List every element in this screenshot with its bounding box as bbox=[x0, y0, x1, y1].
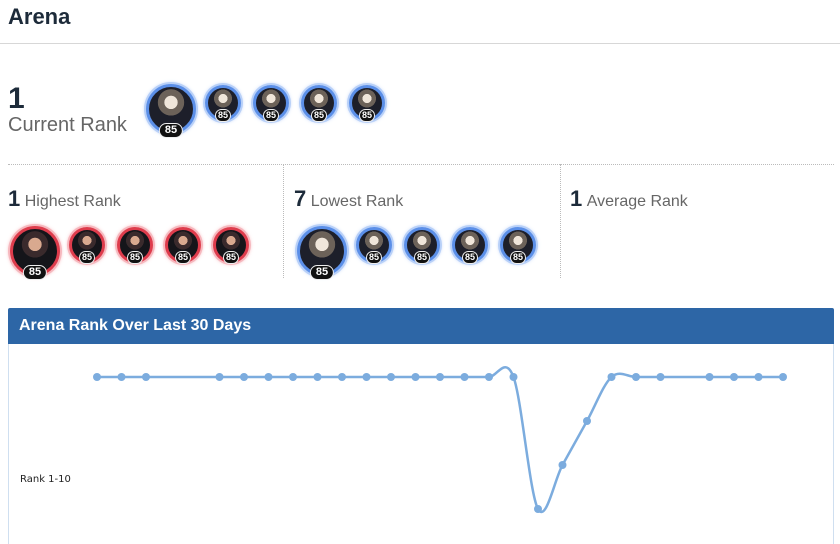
y-axis-tick-label: Rank 1-10 bbox=[20, 474, 71, 485]
level-badge: 85 bbox=[509, 251, 527, 264]
level-badge: 85 bbox=[22, 265, 48, 280]
current-rank-label: Current Rank bbox=[8, 114, 127, 136]
data-point[interactable] bbox=[142, 373, 150, 381]
team-member[interactable]: 85 bbox=[301, 85, 337, 122]
data-point[interactable] bbox=[264, 373, 273, 381]
level-badge: 85 bbox=[78, 251, 96, 264]
team-member[interactable]: 85 bbox=[356, 227, 392, 264]
data-point[interactable] bbox=[436, 373, 444, 381]
data-point[interactable] bbox=[607, 373, 616, 381]
team-member[interactable]: 85 bbox=[349, 85, 385, 122]
team-member[interactable]: 85 bbox=[213, 227, 249, 264]
data-point[interactable] bbox=[754, 373, 763, 381]
data-point[interactable] bbox=[705, 373, 714, 381]
team-member[interactable]: 85 bbox=[500, 227, 536, 264]
level-badge: 85 bbox=[310, 109, 328, 122]
level-badge: 85 bbox=[158, 123, 184, 138]
current-rank-value: 1 bbox=[8, 82, 25, 115]
data-point[interactable] bbox=[313, 373, 322, 381]
current-rank-block: 1 Current Rank bbox=[8, 82, 127, 137]
level-badge: 85 bbox=[365, 251, 383, 264]
level-badge: 85 bbox=[461, 251, 479, 264]
team-member[interactable]: 85 bbox=[253, 85, 289, 122]
level-badge: 85 bbox=[126, 251, 144, 264]
team-member[interactable]: 85 bbox=[165, 227, 201, 264]
team-member[interactable]: 85 bbox=[146, 84, 196, 138]
team-member[interactable]: 85 bbox=[69, 227, 105, 264]
data-point[interactable] bbox=[240, 373, 248, 381]
rank-series-line bbox=[97, 366, 783, 514]
team-member[interactable]: 85 bbox=[452, 227, 488, 264]
team-member[interactable]: 85 bbox=[205, 85, 241, 122]
data-point[interactable] bbox=[338, 373, 346, 381]
data-point[interactable] bbox=[730, 373, 738, 381]
level-badge: 85 bbox=[358, 109, 376, 122]
average-rank-section: 1 Average Rank bbox=[560, 164, 835, 278]
level-badge: 85 bbox=[222, 251, 240, 264]
data-point[interactable] bbox=[558, 461, 567, 469]
data-point[interactable] bbox=[411, 373, 420, 381]
level-badge: 85 bbox=[174, 251, 192, 264]
data-point[interactable] bbox=[485, 373, 493, 381]
data-point[interactable] bbox=[632, 373, 640, 381]
lowest-rank-value: 7 bbox=[294, 186, 307, 211]
rank-line-chart: Rank 1-10 bbox=[20, 366, 787, 514]
data-point[interactable] bbox=[362, 373, 371, 381]
title-divider bbox=[0, 43, 840, 44]
data-point[interactable] bbox=[583, 417, 591, 425]
page-title: Arena bbox=[8, 4, 71, 29]
data-point[interactable] bbox=[460, 373, 469, 381]
highest-rank-value: 1 bbox=[8, 186, 21, 211]
level-badge: 85 bbox=[309, 265, 335, 280]
team-member[interactable]: 85 bbox=[117, 227, 153, 264]
data-point[interactable] bbox=[93, 373, 101, 381]
average-rank-label: Average Rank bbox=[586, 193, 688, 210]
team-member[interactable]: 85 bbox=[10, 226, 60, 280]
rank-chart-panel: Rank 1-10 bbox=[8, 344, 834, 544]
data-point[interactable] bbox=[117, 373, 126, 381]
data-point[interactable] bbox=[289, 373, 297, 381]
lowest-rank-label: Lowest Rank bbox=[310, 193, 404, 210]
rank-chart-header: Arena Rank Over Last 30 Days bbox=[8, 308, 834, 344]
highest-team: 85 85 85 85 85 bbox=[10, 226, 261, 280]
team-member[interactable]: 85 bbox=[404, 227, 440, 264]
highest-rank-label: Highest Rank bbox=[24, 193, 121, 210]
current-team: 85 85 85 85 85 bbox=[146, 84, 397, 138]
data-point[interactable] bbox=[387, 373, 395, 381]
data-point[interactable] bbox=[509, 373, 518, 381]
data-point[interactable] bbox=[779, 373, 787, 381]
data-point[interactable] bbox=[215, 373, 224, 381]
data-point[interactable] bbox=[534, 505, 542, 513]
lowest-team: 85 85 85 85 85 bbox=[297, 226, 548, 280]
data-point[interactable] bbox=[656, 373, 665, 381]
team-member[interactable]: 85 bbox=[297, 226, 347, 280]
level-badge: 85 bbox=[262, 109, 280, 122]
level-badge: 85 bbox=[413, 251, 431, 264]
level-badge: 85 bbox=[214, 109, 232, 122]
average-rank-value: 1 bbox=[570, 186, 583, 211]
